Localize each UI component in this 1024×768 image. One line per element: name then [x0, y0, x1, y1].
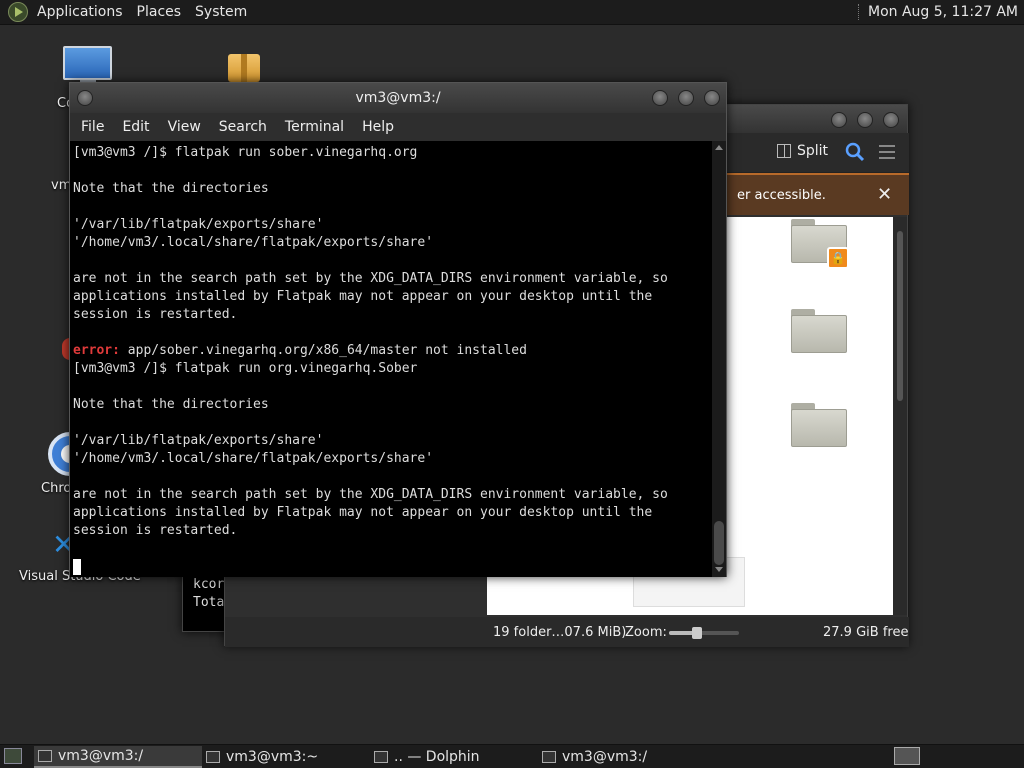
folder-icon[interactable] — [791, 403, 847, 447]
taskbar-item[interactable]: vm3@vm3:/ — [538, 746, 706, 768]
terminal-line: applications installed by Flatpak may no… — [73, 289, 653, 304]
terminal-line: '/home/vm3/.local/share/flatpak/exports/… — [73, 451, 434, 466]
search-icon[interactable] — [845, 142, 865, 162]
terminal-line: applications installed by Flatpak may no… — [73, 505, 653, 520]
window-menu-button[interactable] — [77, 90, 93, 106]
zoom-label: Zoom: — [625, 625, 667, 640]
error-message: app/sober.vinegarhq.org/x86_64/master no… — [119, 343, 527, 358]
split-label: Split — [797, 143, 829, 159]
menu-file[interactable]: File — [70, 119, 113, 135]
taskbar-item[interactable]: vm3@vm3:~ — [202, 746, 370, 768]
dolphin-statusbar: 19 folder…07.6 MiB) Zoom: 27.9 GiB free — [225, 617, 909, 647]
menu-terminal[interactable]: Terminal — [276, 119, 353, 135]
folder-count: 19 folder…07.6 MiB) — [493, 625, 627, 640]
clock[interactable]: Mon Aug 5, 11:27 AM — [868, 4, 1018, 20]
zoom-slider[interactable] — [669, 627, 739, 639]
terminal-window[interactable]: vm3@vm3:/ File Edit View Search Terminal… — [69, 82, 727, 577]
terminal-line: '/var/lib/flatpak/exports/share' — [73, 217, 324, 232]
desktop-icon-chrome-label[interactable]: Chro — [41, 481, 71, 496]
menu-applications[interactable]: Applications — [30, 4, 130, 20]
scroll-up-icon[interactable] — [715, 145, 723, 150]
menu-system[interactable]: System — [188, 4, 254, 20]
background-terminal-line: Tota — [193, 595, 225, 610]
free-space-label[interactable]: 27.9 GiB free — [823, 625, 908, 640]
notice-text: er accessible. — [737, 188, 826, 203]
taskbar-item-label: vm3@vm3:/ — [58, 748, 144, 764]
top-panel: Applications Places System Mon Aug 5, 11… — [0, 0, 1024, 25]
minimize-button[interactable] — [652, 90, 668, 106]
terminal-icon — [542, 751, 556, 763]
dolphin-scrollbar[interactable] — [893, 217, 907, 615]
split-button[interactable]: Split — [777, 143, 828, 159]
menu-search[interactable]: Search — [210, 119, 276, 135]
split-icon — [777, 144, 791, 158]
terminal-titlebar[interactable]: vm3@vm3:/ — [70, 83, 726, 113]
taskbar-item-label: .. — Dolphin — [394, 749, 480, 765]
menu-edit[interactable]: Edit — [113, 119, 158, 135]
terminal-line: error: app/sober.vinegarhq.org/x86_64/ma… — [73, 342, 712, 360]
scrollbar-thumb[interactable] — [714, 521, 724, 565]
terminal-scrollbar[interactable] — [712, 141, 726, 577]
minimize-button[interactable] — [831, 112, 847, 128]
computer-icon[interactable] — [63, 46, 112, 80]
terminal-menubar: File Edit View Search Terminal Help — [70, 113, 726, 141]
zoom-slider-handle[interactable] — [692, 627, 702, 639]
terminal-line: session is restarted. — [73, 307, 238, 322]
terminal-line: [vm3@vm3 /]$ flatpak run org.vinegarhq.S… — [73, 361, 418, 376]
show-desktop-icon[interactable] — [4, 748, 22, 764]
taskbar-item[interactable]: vm3@vm3:/ — [34, 746, 202, 768]
maximize-button[interactable] — [857, 112, 873, 128]
taskbar-item[interactable]: .. — Dolphin — [370, 746, 538, 768]
lock-icon: 🔒 — [827, 247, 849, 269]
package-icon[interactable] — [228, 54, 260, 82]
terminal-icon — [206, 751, 220, 763]
terminal-line: Note that the directories — [73, 181, 269, 196]
panel-separator — [857, 4, 860, 20]
terminal-line: '/home/vm3/.local/share/flatpak/exports/… — [73, 235, 434, 250]
terminal-line: Note that the directories — [73, 397, 269, 412]
terminal-line: are not in the search path set by the XD… — [73, 487, 668, 502]
terminal-line: [vm3@vm3 /]$ flatpak run sober.vinegarhq… — [73, 145, 418, 160]
terminal-output[interactable]: [vm3@vm3 /]$ flatpak run sober.vinegarhq… — [70, 141, 712, 577]
terminal-line: are not in the search path set by the XD… — [73, 271, 668, 286]
dolphin-icon — [374, 751, 388, 763]
maximize-button[interactable] — [678, 90, 694, 106]
menu-places[interactable]: Places — [130, 4, 189, 20]
terminal-line: session is restarted. — [73, 523, 238, 538]
scroll-down-icon[interactable] — [715, 567, 723, 572]
terminal-cursor — [73, 558, 81, 575]
folder-icon[interactable]: 🔒 — [791, 219, 849, 269]
menu-help[interactable]: Help — [353, 119, 403, 135]
taskbar-item-label: vm3@vm3:~ — [226, 749, 319, 765]
terminal-prompt-line — [73, 558, 712, 576]
terminal-title: vm3@vm3:/ — [355, 90, 441, 106]
terminal-icon — [38, 750, 52, 762]
workspace-switcher[interactable] — [894, 747, 920, 765]
error-prefix: error: — [73, 343, 120, 358]
folder-icon[interactable] — [791, 309, 847, 353]
menu-view[interactable]: View — [159, 119, 210, 135]
notice-close-icon[interactable]: ✕ — [877, 184, 892, 205]
close-button[interactable] — [704, 90, 720, 106]
close-button[interactable] — [883, 112, 899, 128]
hamburger-menu-icon[interactable] — [879, 145, 895, 159]
taskbar-item-label: vm3@vm3:/ — [562, 749, 648, 765]
applications-logo-icon[interactable] — [8, 2, 28, 22]
terminal-line: '/var/lib/flatpak/exports/share' — [73, 433, 324, 448]
background-terminal-line: kcor — [193, 577, 225, 592]
bottom-panel: vm3@vm3:/ vm3@vm3:~ .. — Dolphin vm3@vm3… — [0, 744, 1024, 768]
